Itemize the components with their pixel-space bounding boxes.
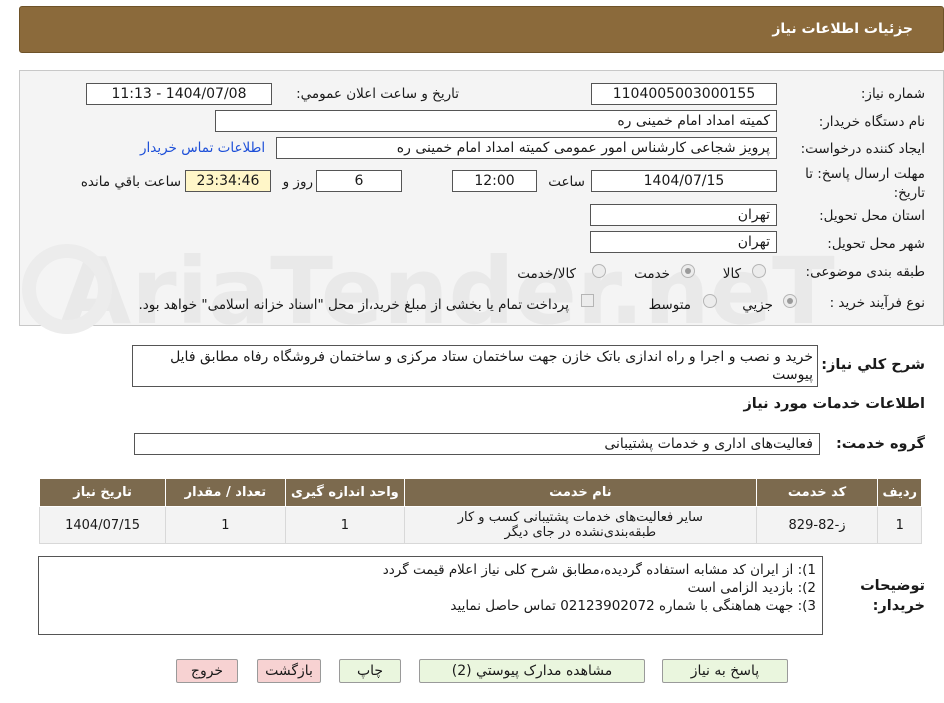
watermark-logo-icon xyxy=(22,244,112,334)
page-header: جزئیات اطلاعات نیاز xyxy=(19,6,944,53)
deadline-time-field: 12:00 xyxy=(452,170,537,192)
note-line: 1): از ایران کد مشابه استفاده گردیده،مطا… xyxy=(382,562,816,578)
category-option-goods: کالا xyxy=(722,266,741,282)
back-button[interactable]: بازگشت xyxy=(257,659,321,683)
table-row: 1 ز-82-829 سایر فعالیت‌های خدمات پشتیبان… xyxy=(38,506,922,544)
deadline-date-field: 1404/07/15 xyxy=(591,170,777,192)
description-label: شرح کلي نياز: xyxy=(821,357,925,373)
notes-field: 1): از ایران کد مشابه استفاده گردیده،مطا… xyxy=(38,556,823,635)
buyer-org-field: کمیته امداد امام خمینی ره xyxy=(215,110,777,132)
deadline-time-label: ساعت xyxy=(548,174,585,190)
cell-row: 1 xyxy=(877,506,922,544)
cell-code: ز-82-829 xyxy=(755,506,879,544)
services-section-title: اطلاعات خدمات مورد نياز xyxy=(743,396,925,412)
services-table: ردیف کد خدمت نام خدمت واحد اندازه گیری ت… xyxy=(38,478,922,544)
col-code: کد خدمت xyxy=(755,478,879,507)
city-label: شهر محل تحویل: xyxy=(827,236,925,252)
cell-date: 1404/07/15 xyxy=(38,506,167,544)
deadline-label-date: تاریخ: xyxy=(893,185,925,201)
process-radio-minor[interactable] xyxy=(783,294,797,308)
category-radio-goods[interactable] xyxy=(752,264,766,278)
table-header-row: ردیف کد خدمت نام خدمت واحد اندازه گیری ت… xyxy=(38,478,922,507)
city-field: تهران xyxy=(590,231,777,253)
process-option-minor: جزيي xyxy=(742,297,773,313)
deadline-label: مهلت ارسال پاسخ: تا xyxy=(805,166,925,182)
category-option-service: خدمت xyxy=(634,266,670,282)
cell-qty: 1 xyxy=(165,506,286,544)
process-radio-medium[interactable] xyxy=(703,294,717,308)
announce-field: 1404/07/08 - 11:13 xyxy=(86,83,272,105)
reply-button[interactable]: پاسخ به نیاز xyxy=(662,659,788,683)
page-title: جزئیات اطلاعات نیاز xyxy=(772,21,913,37)
cell-name: سایر فعالیت‌های خدمات پشتیبانی کسب و کار… xyxy=(404,506,757,544)
service-group-field: فعالیت‌های اداری و خدمات پشتیبانی xyxy=(134,433,820,455)
announce-label: تاریخ و ساعت اعلان عمومي: xyxy=(296,86,459,102)
view-attachments-button[interactable]: مشاهده مدارک پیوستي (2) xyxy=(419,659,645,683)
col-row: ردیف xyxy=(877,478,922,507)
category-radio-goods-service[interactable] xyxy=(592,264,606,278)
watermark: AriaTender.neT xyxy=(60,238,835,345)
remaining-time-field: 23:34:46 xyxy=(185,170,271,192)
days-label: روز و xyxy=(282,174,313,190)
days-remaining-field: 6 xyxy=(316,170,402,192)
category-option-goods-service: کالا/خدمت xyxy=(517,266,576,282)
exit-button[interactable]: خروج xyxy=(176,659,238,683)
description-field: خرید و نصب و اجرا و راه اندازی باتک خازن… xyxy=(132,345,818,387)
cell-unit: 1 xyxy=(284,506,406,544)
treasury-checkbox[interactable] xyxy=(581,294,594,307)
note-line: 2): بازدید الزامی است xyxy=(687,580,816,596)
process-option-medium: متوسط xyxy=(648,297,691,313)
note-line: 3): جهت هماهنگی با شماره 02123902072 تما… xyxy=(450,598,816,614)
process-label: نوع فرآیند خرید : xyxy=(829,295,925,311)
notes-label: توضیحات xyxy=(860,578,925,594)
col-name: نام خدمت xyxy=(404,478,757,507)
requester-label: ایجاد کننده درخواست: xyxy=(800,141,925,157)
province-field: تهران xyxy=(590,204,777,226)
buyer-contact-link[interactable]: اطلاعات تماس خریدار xyxy=(140,140,265,156)
service-group-label: گروه خدمت: xyxy=(835,436,925,452)
remaining-label: ساعت باقي مانده xyxy=(80,174,181,190)
payment-note: پرداخت تمام یا بخشی از مبلغ خرید،از محل … xyxy=(138,297,569,313)
col-qty: تعداد / مقدار xyxy=(165,478,286,507)
notes-label-buyer: خریدار: xyxy=(872,598,925,614)
print-button[interactable]: چاپ xyxy=(339,659,401,683)
buyer-org-label: نام دستگاه خریدار: xyxy=(818,114,925,130)
need-number-field: 1104005003000155 xyxy=(591,83,777,105)
col-unit: واحد اندازه گیری xyxy=(284,478,406,507)
need-number-label: شماره نیاز: xyxy=(860,86,925,102)
cell-name-line1: سایر فعالیت‌های خدمات پشتیبانی کسب و کار xyxy=(457,510,703,525)
province-label: استان محل تحویل: xyxy=(819,208,925,224)
cell-name-line2: طبقه‌بندی‌نشده در جای دیگر xyxy=(504,525,657,540)
col-date: تاریخ نیاز xyxy=(38,478,167,507)
category-label: طبقه بندی موضوعی: xyxy=(805,264,925,280)
category-radio-service[interactable] xyxy=(681,264,695,278)
requester-field: پرویز شجاعی کارشناس امور عمومی کمیته امد… xyxy=(276,137,777,159)
